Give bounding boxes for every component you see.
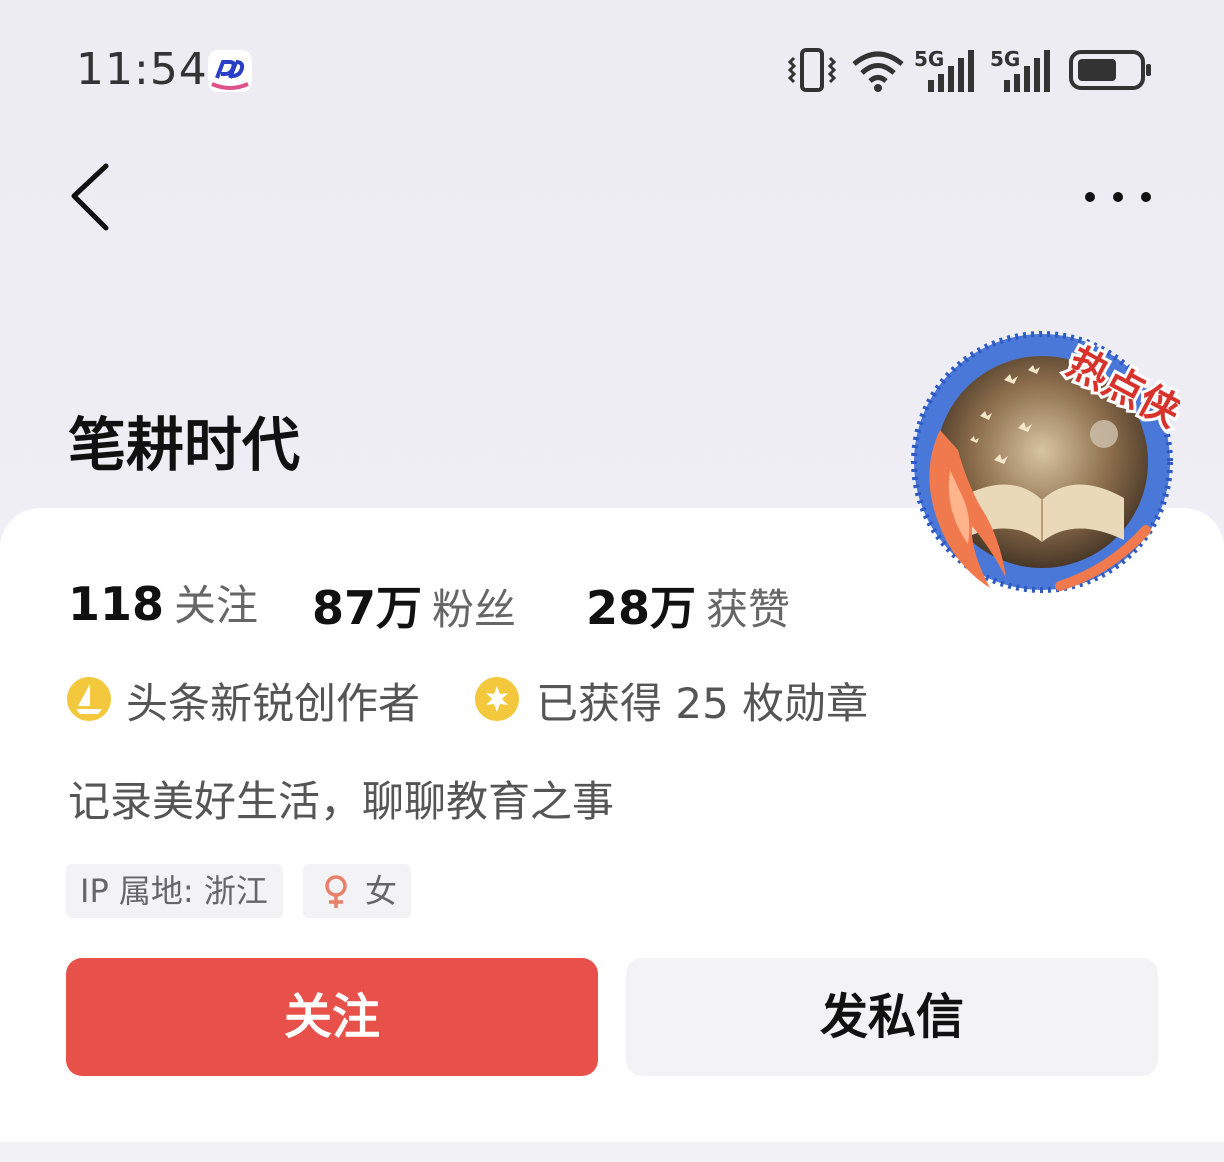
cellular-signal-icon: 5G [914,47,974,92]
gender-label: 女 [365,872,398,910]
message-button[interactable]: 发私信 [626,958,1158,1076]
more-button[interactable] [1080,180,1160,216]
bio: 记录美好生活，聊聊教育之事 [68,777,615,826]
female-icon [325,875,347,908]
app-notification-icon [208,50,252,92]
stat-followers-label: 粉丝 [432,585,517,634]
medal-icon [475,677,519,721]
cellular-signal-2-icon: 5G [990,47,1050,92]
wifi-icon [852,51,904,92]
stat-likes-value: 28 [586,581,651,635]
medals-badge-label: 已获得 25 枚勋章 [536,679,869,728]
stat-likes-label: 获赞 [706,585,791,634]
creator-badge-label: 头条新锐创作者 [126,679,421,728]
status-icons: 5G 5G [774,46,1154,96]
avatar[interactable]: 热点侠 [910,330,1191,600]
battery-icon [1069,50,1151,90]
stat-followers-value: 87 [312,581,377,635]
ip-location-label: IP 属地: 浙江 [80,872,268,910]
gender-tag: 女 [303,864,411,918]
vibrate-icon [787,48,837,92]
back-button[interactable] [62,158,122,238]
stat-following-label: 关注 [174,581,259,630]
stat-following[interactable]: 118 关注 [68,572,258,633]
stat-likes[interactable]: 28万 获赞 [586,572,790,638]
stat-followers[interactable]: 87万 粉丝 [312,572,516,638]
sailboat-icon [67,677,111,721]
follow-button[interactable]: 关注 [66,958,598,1076]
stat-following-value: 118 [68,577,165,631]
chevron-left-icon [71,163,109,231]
bottom-divider [0,1142,1224,1162]
ip-location-tag: IP 属地: 浙江 [66,864,283,918]
svg-text:5G: 5G [914,47,944,71]
stat-likes-unit: 万 [650,581,697,635]
stat-followers-unit: 万 [376,581,423,635]
more-dots-icon [1085,192,1151,202]
username: 笔耕时代 [68,411,301,479]
svg-text:5G: 5G [990,47,1020,71]
status-bar: 11:54 5G 5G [0,0,1224,140]
status-time: 11:54 [76,44,208,95]
